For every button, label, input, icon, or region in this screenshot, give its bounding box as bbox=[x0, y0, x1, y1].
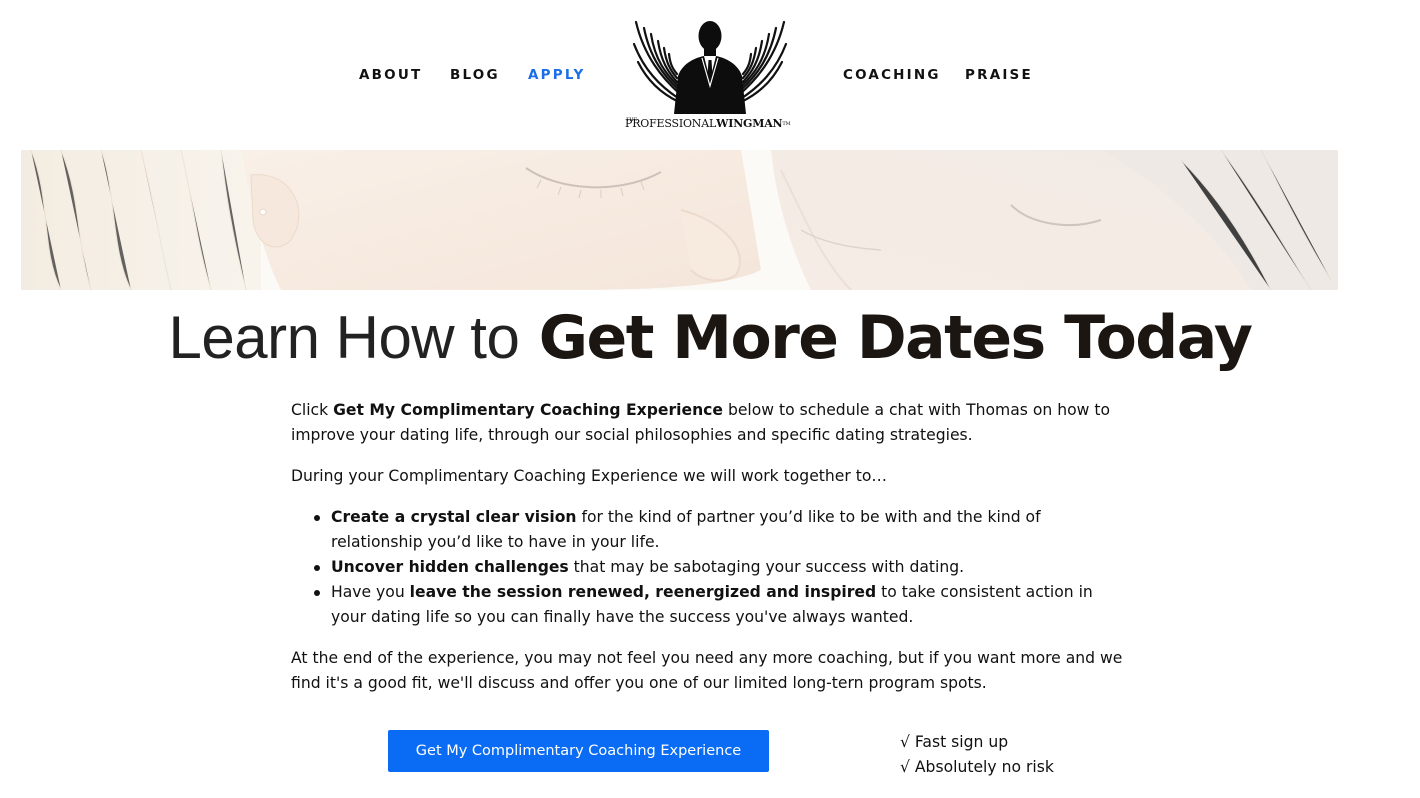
bullet-pre: Have you bbox=[331, 583, 410, 601]
hero-banner-image bbox=[21, 150, 1338, 290]
nav-coaching[interactable]: COACHING bbox=[843, 67, 941, 83]
lead-in-paragraph: During your Complimentary Coaching Exper… bbox=[291, 467, 887, 485]
nav-blog[interactable]: BLOG bbox=[450, 67, 500, 83]
main-content: Click Get My Complimentary Coaching Expe… bbox=[291, 398, 1131, 712]
intro-paragraph: Click Get My Complimentary Coaching Expe… bbox=[291, 398, 1131, 448]
nav-about[interactable]: ABOUT bbox=[359, 67, 422, 83]
winged-man-logo-icon bbox=[632, 20, 788, 114]
list-item: Create a crystal clear vision for the ki… bbox=[314, 505, 1131, 555]
headline-light-text: Learn How to bbox=[168, 304, 520, 371]
nav-apply[interactable]: APPLY bbox=[528, 67, 586, 83]
logo-wordmark: THE PROFESSIONALWINGMANTM bbox=[625, 117, 797, 130]
site-logo[interactable]: THE PROFESSIONALWINGMANTM bbox=[622, 16, 798, 134]
intro-bold: Get My Complimentary Coaching Experience bbox=[333, 401, 723, 419]
benefits-list: Create a crystal clear vision for the ki… bbox=[291, 505, 1131, 630]
bullet-bold: leave the session renewed, reenergized a… bbox=[409, 583, 877, 601]
bullet-post: that may be sabotaging your success with… bbox=[568, 558, 965, 576]
closing-paragraph: At the end of the experience, you may no… bbox=[291, 649, 1123, 692]
nav-praise[interactable]: PRAISE bbox=[965, 67, 1033, 83]
intro-pre: Click bbox=[291, 401, 334, 419]
list-item: Have you leave the session renewed, reen… bbox=[314, 580, 1131, 630]
logo-trademark: TM bbox=[782, 121, 791, 127]
bullet-bold: Create a crystal clear vision bbox=[331, 508, 577, 526]
logo-word-professional: PROFESSIONAL bbox=[625, 117, 717, 130]
bullet-bold: Uncover hidden challenges bbox=[331, 558, 569, 576]
benefit-checklist: √ Fast sign up √ Absolutely no risk bbox=[900, 730, 1054, 780]
check-item-no-risk: √ Absolutely no risk bbox=[900, 758, 1054, 776]
page-headline: Learn How to Get More Dates Today bbox=[0, 303, 1420, 373]
get-coaching-experience-button[interactable]: Get My Complimentary Coaching Experience bbox=[388, 730, 769, 772]
headline-bold-text: Get More Dates Today bbox=[538, 303, 1253, 373]
logo-prefix: THE bbox=[626, 117, 638, 123]
check-item-fast-signup: √ Fast sign up bbox=[900, 733, 1009, 751]
list-item: Uncover hidden challenges that may be sa… bbox=[314, 555, 1131, 580]
logo-word-wingman: WINGMAN bbox=[716, 117, 783, 130]
